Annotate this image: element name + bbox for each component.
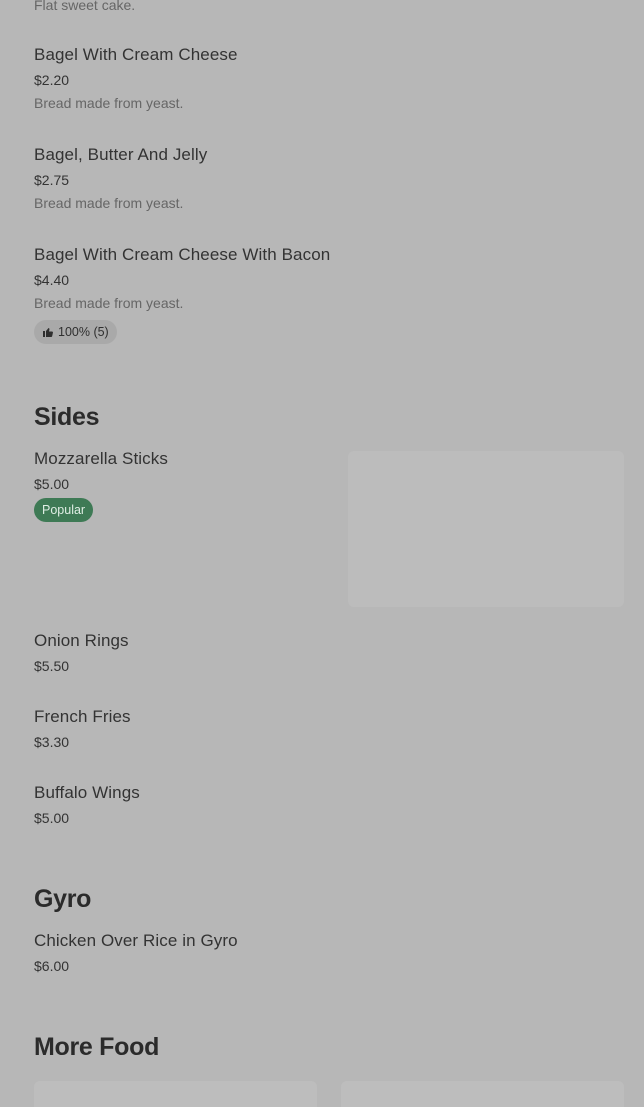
item-price: $3.30 [34,734,70,750]
menu-page: Flat sweet cake. Bagel With Cream Cheese… [0,0,644,1107]
item-name: Buffalo Wings [34,783,140,802]
item-price: $4.40 [34,272,70,288]
item-name: Bagel, Butter And Jelly [34,145,208,164]
more-food-card[interactable] [341,1081,624,1107]
menu-item-onion-rings[interactable]: Onion Rings $5.50 [34,631,614,674]
menu-item-french-fries[interactable]: French Fries $3.30 [34,707,614,750]
item-description: Bread made from yeast. [34,195,184,211]
item-image[interactable] [348,451,624,607]
item-description: Bread made from yeast. [34,295,184,311]
item-price: $2.20 [34,72,70,88]
menu-item-chicken-over-rice[interactable]: Chicken Over Rice in Gyro $6.00 [34,931,614,974]
item-price: $5.00 [34,476,70,492]
item-name: French Fries [34,707,131,726]
item-name: Onion Rings [34,631,129,650]
item-name: Mozzarella Sticks [34,449,168,468]
item-price: $5.00 [34,810,70,826]
rating-text: 100% (5) [58,325,109,339]
thumbs-up-icon [43,328,53,337]
more-food-card[interactable] [34,1081,317,1107]
item-description: Bread made from yeast. [34,95,184,111]
section-title-more-food: More Food [34,1033,160,1061]
item-name: Chicken Over Rice in Gyro [34,931,238,950]
menu-item-mozzarella-sticks[interactable]: Mozzarella Sticks $5.00 Popular [34,449,334,522]
menu-item-buffalo-wings[interactable]: Buffalo Wings $5.00 [34,783,614,826]
menu-item-bagel-cream-cheese[interactable]: Bagel With Cream Cheese $2.20 Bread made… [34,45,614,111]
item-name: Bagel With Cream Cheese [34,45,238,64]
item-name: Bagel With Cream Cheese With Bacon [34,245,331,264]
section-title-gyro: Gyro [34,885,92,913]
menu-item-bagel-cream-cheese-bacon[interactable]: Bagel With Cream Cheese With Bacon $4.40… [34,245,614,344]
item-description: Flat sweet cake. [34,0,136,13]
menu-item-bagel-butter-jelly[interactable]: Bagel, Butter And Jelly $2.75 Bread made… [34,145,614,211]
section-title-sides: Sides [34,403,100,431]
rating-badge: 100% (5) [34,320,117,344]
popular-badge: Popular [34,498,94,522]
item-price: $2.75 [34,172,70,188]
item-price: $6.00 [34,958,70,974]
item-price: $5.50 [34,658,70,674]
